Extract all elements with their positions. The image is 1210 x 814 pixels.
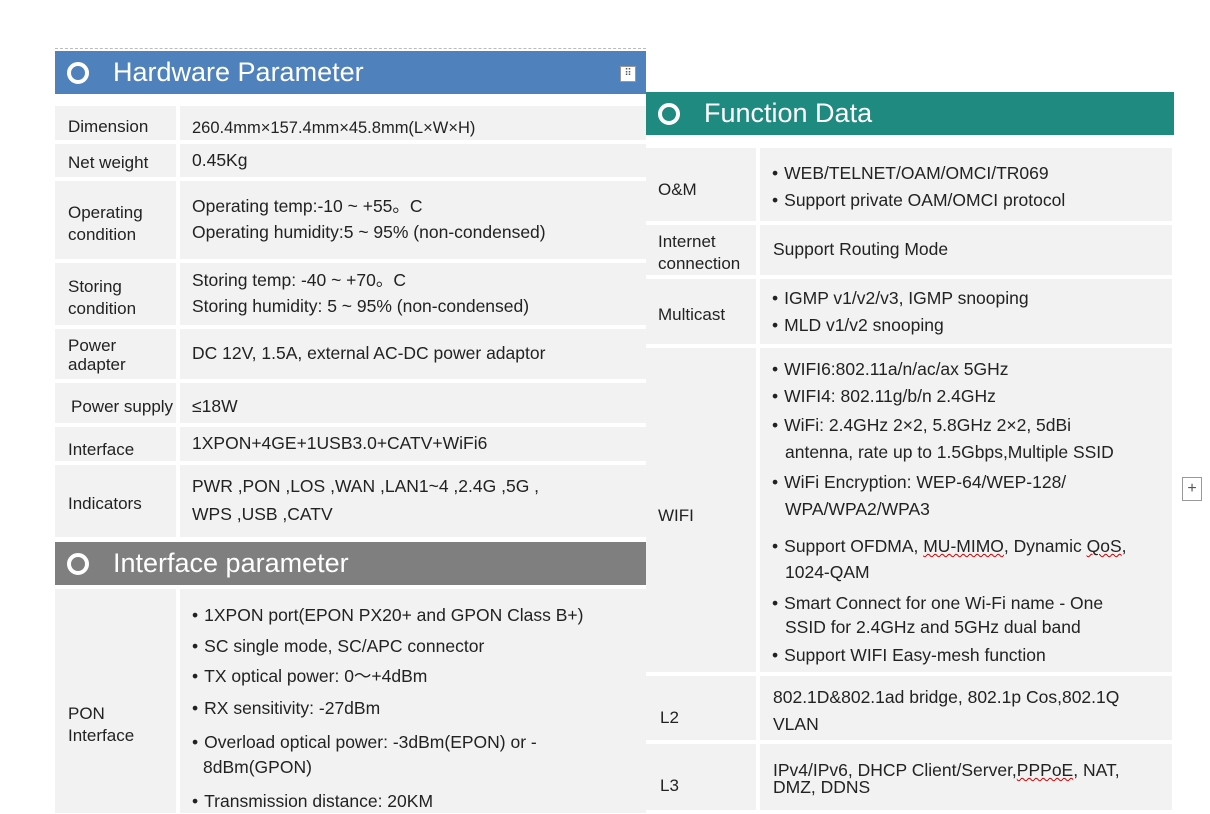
om-item-1: WEB/TELNET/OAM/OMCI/TR069 (772, 160, 1048, 186)
power-adapter-label-1: Power (68, 336, 117, 355)
dimension-value: 260.4mm×157.4mm×45.8mm(L×W×H) (192, 119, 476, 137)
interface-title: Interface parameter (113, 548, 349, 578)
operating-label-1: Operating (68, 203, 143, 222)
wifi-item-4: WiFi Encryption: WEP-64/WEP-128/ (772, 469, 1066, 495)
row-pon (55, 589, 176, 813)
multicast-label: Multicast (658, 305, 726, 324)
multicast-item-2: MLD v1/v2 snooping (772, 312, 944, 338)
power-adapter-value: DC 12V, 1.5A, external AC-DC power adapt… (192, 343, 546, 363)
internet-label-2: connection (658, 254, 741, 273)
interface-value: 1XPON+4GE+1USB3.0+CATV+WiFi6 (192, 433, 488, 453)
wifi-item-6-cont: SSID for 2.4GHz and 5GHz dual band (785, 617, 1081, 637)
wifi-label: WIFI (658, 506, 694, 525)
hardware-title: Hardware Parameter (113, 57, 364, 87)
wifi-qos-text: QoS (1086, 536, 1122, 556)
wifi-item-7: Support WIFI Easy-mesh function (772, 642, 1046, 668)
l3-pppoe-text: PPPoE (1016, 760, 1074, 780)
netweight-label: Net weight (68, 153, 149, 172)
wifi-item-5-cont: 1024-QAM (785, 562, 870, 582)
internet-label-1: Internet (658, 232, 716, 251)
wifi-item-1: WIFI6:802.11a/n/ac/ax 5GHz (772, 356, 1008, 382)
multicast-item-1: IGMP v1/v2/v3, IGMP snooping (772, 285, 1028, 311)
panel-border (55, 48, 646, 50)
grid-dots-icon[interactable]: ⠿ (620, 66, 636, 82)
wifi-item-6: Smart Connect for one Wi-Fi name - One (772, 590, 1103, 616)
l3-line-2: DMZ, DDNS (773, 777, 871, 797)
l2-label: L2 (660, 708, 679, 727)
pon-label-1: PON (68, 704, 105, 723)
wifi-item-4-cont: WPA/WPA2/WPA3 (785, 499, 930, 519)
internet-value: Support Routing Mode (773, 239, 949, 259)
hardware-header: Hardware Parameter ⠿ (55, 51, 646, 94)
pon-item-5-cont: 8dBm(GPON) (203, 757, 312, 777)
storing-label-2: condition (68, 299, 137, 318)
function-header: Function Data (646, 92, 1174, 135)
pon-item-1: 1XPON port(EPON PX20+ and GPON Class B+) (192, 602, 583, 628)
row-power-supply-value-bg (180, 383, 646, 423)
l3-text-b: , NAT, (1073, 760, 1120, 780)
pon-item-2: SC single mode, SC/APC connector (192, 633, 484, 659)
pon-item-3: TX optical power: 0～+4dBm (192, 663, 427, 689)
wifi-item-3: WiFi: 2.4GHz 2×2, 5.8GHz 2×2, 5dBi (772, 412, 1071, 438)
operating-label-2: condition (68, 225, 137, 244)
pon-item-5: Overload optical power: -3dBm(EPON) or - (192, 729, 537, 755)
interface-header: Interface parameter (55, 542, 646, 585)
wifi-comma: , (1121, 536, 1127, 556)
storing-humidity: Storing humidity: 5 ~ 95% (non-condensed… (192, 296, 530, 316)
wifi-item-5: Support OFDMA, MU-MIMO, Dynamic QoS, (772, 533, 1127, 559)
wifi-ofdma-text: Support OFDMA, (784, 536, 919, 556)
row-netweight-value-bg (180, 144, 646, 177)
function-title: Function Data (704, 98, 873, 128)
indicators-label: Indicators (68, 494, 142, 513)
indicators-line-2: WPS ,USB ,CATV (192, 504, 333, 524)
wifi-item-3-cont: antenna, rate up to 1.5Gbps,Multiple SSI… (785, 442, 1114, 462)
wifi-item-2: WIFI4: 802.11g/b/n 2.4GHz (772, 383, 996, 409)
l2-line-1: 802.1D&802.1ad bridge, 802.1p Cos,802.1Q (773, 687, 1120, 707)
function-data-panel: Function Data O&M WEB/TELNET/OAM/OMCI/TR… (646, 92, 1174, 813)
storing-temp: Storing temp: -40 ~ +70。C (192, 270, 406, 290)
om-item-2: Support private OAM/OMCI protocol (772, 187, 1065, 213)
storing-label-1: Storing (68, 277, 122, 296)
power-supply-label: Power supply (71, 397, 174, 416)
plus-icon[interactable]: + (1182, 477, 1202, 501)
pon-item-6: Transmission distance: 20KM (192, 788, 433, 814)
pon-item-4: RX sensitivity: -27dBm (192, 695, 380, 721)
netweight-value: 0.45Kg (192, 150, 248, 170)
circle-icon (67, 552, 89, 575)
power-adapter-label-2: adapter (68, 355, 126, 374)
l3-label: L3 (660, 776, 679, 795)
circle-icon (658, 102, 680, 125)
dimension-label: Dimension (68, 117, 149, 136)
circle-icon (67, 61, 89, 84)
power-supply-value: ≤18W (192, 396, 238, 416)
indicators-line-1: PWR ,PON ,LOS ,WAN ,LAN1~4 ,2.4G ,5G , (192, 476, 540, 496)
hardware-parameter-panel: Hardware Parameter ⠿ Dimension 260.4mm×1… (55, 48, 646, 813)
operating-temp: Operating temp:-10 ~ +55。C (192, 196, 423, 216)
wifi-dynamic-text: , Dynamic (1003, 536, 1082, 556)
operating-humidity: Operating humidity:5 ~ 95% (non-condense… (192, 222, 546, 242)
l2-line-2: VLAN (773, 714, 819, 734)
pon-label-2: Interface (68, 726, 135, 745)
om-label: O&M (658, 180, 697, 199)
interface-label: Interface (68, 440, 135, 459)
wifi-mumimo-text: MU-MIMO (923, 536, 1004, 556)
